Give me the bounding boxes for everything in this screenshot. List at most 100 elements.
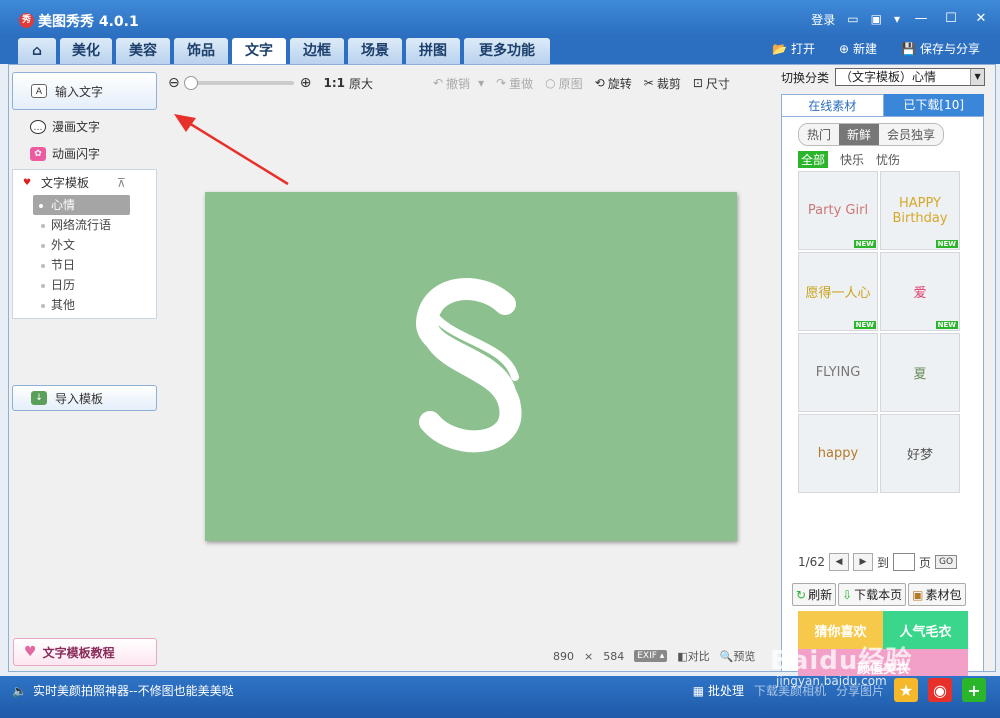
material-thumbnail[interactable]: 夏 <box>880 333 960 412</box>
filter-all[interactable]: 全部 <box>798 151 829 168</box>
anim-text-label: 动画闪字 <box>52 147 101 161</box>
original-label: 原图 <box>558 76 583 91</box>
original-button[interactable]: ○ 原图 <box>545 75 583 92</box>
message-icon[interactable]: ▭ <box>847 12 858 26</box>
weibo-icon[interactable]: ◉ <box>928 678 952 702</box>
save-share-button[interactable]: 💾 保存与分享 <box>901 40 980 57</box>
circle-icon: ○ <box>545 76 556 90</box>
material-thumbnail[interactable]: HAPPY Birthday NEW <box>880 171 960 250</box>
tab-scene[interactable]: 场景 <box>348 38 402 64</box>
main-tab-bar: ⌂ 美化 美容 饰品 文字 边框 场景 拼图 更多功能 ▾ 📂打开 ⊕新建 💾保… <box>0 36 1000 85</box>
minimize-button[interactable]: — <box>912 10 930 28</box>
comic-text-item[interactable]: … 漫画文字 <box>30 118 100 135</box>
tab-online-material[interactable]: 在线素材 <box>781 94 884 116</box>
add-icon[interactable]: + <box>962 678 986 702</box>
speech-bubble-icon: … <box>30 119 46 134</box>
template-header[interactable]: ♥ 文字模板 ⊼ <box>13 170 156 195</box>
go-button[interactable]: GO <box>934 555 958 569</box>
tab-beauty[interactable]: 美容 <box>116 38 170 64</box>
material-thumbnail-text: 爱 <box>913 286 927 301</box>
anim-text-item[interactable]: ✿ 动画闪字 <box>30 145 100 162</box>
magnifier-icon: 🔍 <box>719 650 734 663</box>
size-button[interactable]: ⊡ 尺寸 <box>693 75 730 92</box>
menu-icon[interactable]: ▾ <box>894 12 900 26</box>
text-template-tutorial-button[interactable]: ♥ 文字模板教程 <box>13 638 157 666</box>
input-text-button[interactable]: A 输入文字 <box>12 72 157 110</box>
switch-category-label: 切换分类 <box>781 70 830 85</box>
template-item-mood[interactable]: 心情 <box>33 195 130 215</box>
undo-icon: ↶ <box>432 76 444 90</box>
crop-button[interactable]: ✂ 裁剪 <box>644 75 681 92</box>
crop-label: 裁剪 <box>656 76 681 91</box>
chevron-down-icon[interactable]: ▼ <box>970 69 985 85</box>
material-thumbnail[interactable]: Party Girl NEW <box>798 171 878 250</box>
star-icon[interactable]: ★ <box>894 678 918 702</box>
login-link[interactable]: 登录 <box>811 11 835 28</box>
red-arrow-annotation <box>174 114 289 186</box>
redo-button[interactable]: ↷ 重做 <box>496 75 533 92</box>
template-item-calendar[interactable]: 日历 <box>13 275 156 295</box>
material-thumbnail[interactable]: 爱 NEW <box>880 252 960 331</box>
subtab-vip[interactable]: 会员独享 <box>879 124 944 145</box>
material-thumbnail[interactable]: FLYING <box>798 333 878 412</box>
promo-link[interactable]: 实时美颜拍照神器--不修图也能美美哒 <box>33 682 234 699</box>
undo-dropdown-icon[interactable]: ▾ <box>478 76 484 90</box>
new-badge: NEW <box>853 321 876 329</box>
undo-button[interactable]: ↶ 撤销 <box>433 75 470 92</box>
open-button[interactable]: 📂 打开 <box>772 40 815 57</box>
original-size-button[interactable]: 原大 <box>349 75 373 92</box>
tab-downloaded[interactable]: 已下载[10] <box>883 94 984 116</box>
feedback-icon[interactable]: ▣ <box>871 12 882 26</box>
preview-button[interactable]: 🔍预览 <box>720 648 756 664</box>
exif-label: EXIF <box>637 651 657 661</box>
zoom-ratio[interactable]: 1:1 <box>323 76 345 90</box>
material-thumbnail-text: 夏 <box>913 367 927 382</box>
collapse-icon[interactable]: ⊼ <box>117 176 126 190</box>
filter-happy[interactable]: 快乐 <box>840 151 864 168</box>
rotate-button[interactable]: ⟲ 旋转 <box>595 75 632 92</box>
zoom-out-icon[interactable]: ⊖ <box>168 75 180 91</box>
prev-page-button[interactable]: ◀ <box>828 553 849 571</box>
zoom-in-icon[interactable]: ⊕ <box>300 75 312 91</box>
subtab-fresh[interactable]: 新鲜 <box>839 124 880 145</box>
tab-beautify[interactable]: 美化 <box>60 38 112 64</box>
new-button[interactable]: ⊕ 新建 <box>839 40 877 57</box>
filter-sad[interactable]: 忧伤 <box>876 151 900 168</box>
refresh-label: 刷新 <box>808 588 833 602</box>
download-page-button[interactable]: ⇩ 下载本页 <box>838 583 907 606</box>
material-thumbnail-text: happy <box>817 446 859 461</box>
tutorial-label: 文字模板教程 <box>42 645 115 660</box>
template-item-other[interactable]: 其他 <box>13 295 156 315</box>
batch-button[interactable]: ▦ 批处理 <box>693 682 744 699</box>
next-page-button[interactable]: ▶ <box>852 553 873 571</box>
template-item-foreign[interactable]: 外文 <box>13 235 156 255</box>
material-thumbnail[interactable]: 好梦 <box>880 414 960 493</box>
batch-icon: ▦ <box>692 683 705 698</box>
tab-text[interactable]: 文字 <box>232 38 286 64</box>
category-select[interactable]: （文字模板）心情 ▼ <box>835 68 986 86</box>
subtab-hot[interactable]: 热门 <box>799 124 840 145</box>
refresh-button[interactable]: ↻ 刷新 <box>792 583 837 606</box>
tab-frame[interactable]: 边框 <box>290 38 344 64</box>
s-logo-icon <box>416 278 522 453</box>
image-toolbar: ⊖ ⊕ 1:1 原大 ↶ 撤销 ▾ ↷ 重做 ○ 原图 ⟲ 旋转 ✂ 裁剪 ⊡ 尺寸 <box>168 72 778 94</box>
tab-collage[interactable]: 拼图 <box>406 38 460 64</box>
template-item-slang[interactable]: 网络流行语 <box>13 215 156 235</box>
home-tab[interactable]: ⌂ <box>18 38 56 64</box>
open-label: 打开 <box>790 42 815 56</box>
close-button[interactable]: ✕ <box>972 10 990 28</box>
exif-button[interactable]: EXIF ▴ <box>634 650 668 662</box>
material-thumbnail[interactable]: happy <box>798 414 878 493</box>
tab-accessories[interactable]: 饰品 <box>174 38 228 64</box>
template-item-festival[interactable]: 节日 <box>13 255 156 275</box>
image-canvas[interactable] <box>205 192 737 541</box>
maximize-button[interactable]: ☐ <box>942 10 960 28</box>
zoom-slider-knob[interactable] <box>183 76 198 90</box>
import-template-button[interactable]: ↓ 导入模板 <box>12 385 157 411</box>
page-input[interactable] <box>892 553 915 571</box>
compare-button[interactable]: ◧对比 <box>677 648 709 664</box>
tab-more[interactable]: 更多功能 ▾ <box>464 38 550 85</box>
material-pack-button[interactable]: ▣ 素材包 <box>908 583 966 606</box>
material-thumbnail[interactable]: 愿得一人心 NEW <box>798 252 878 331</box>
zoom-slider[interactable] <box>183 76 294 90</box>
